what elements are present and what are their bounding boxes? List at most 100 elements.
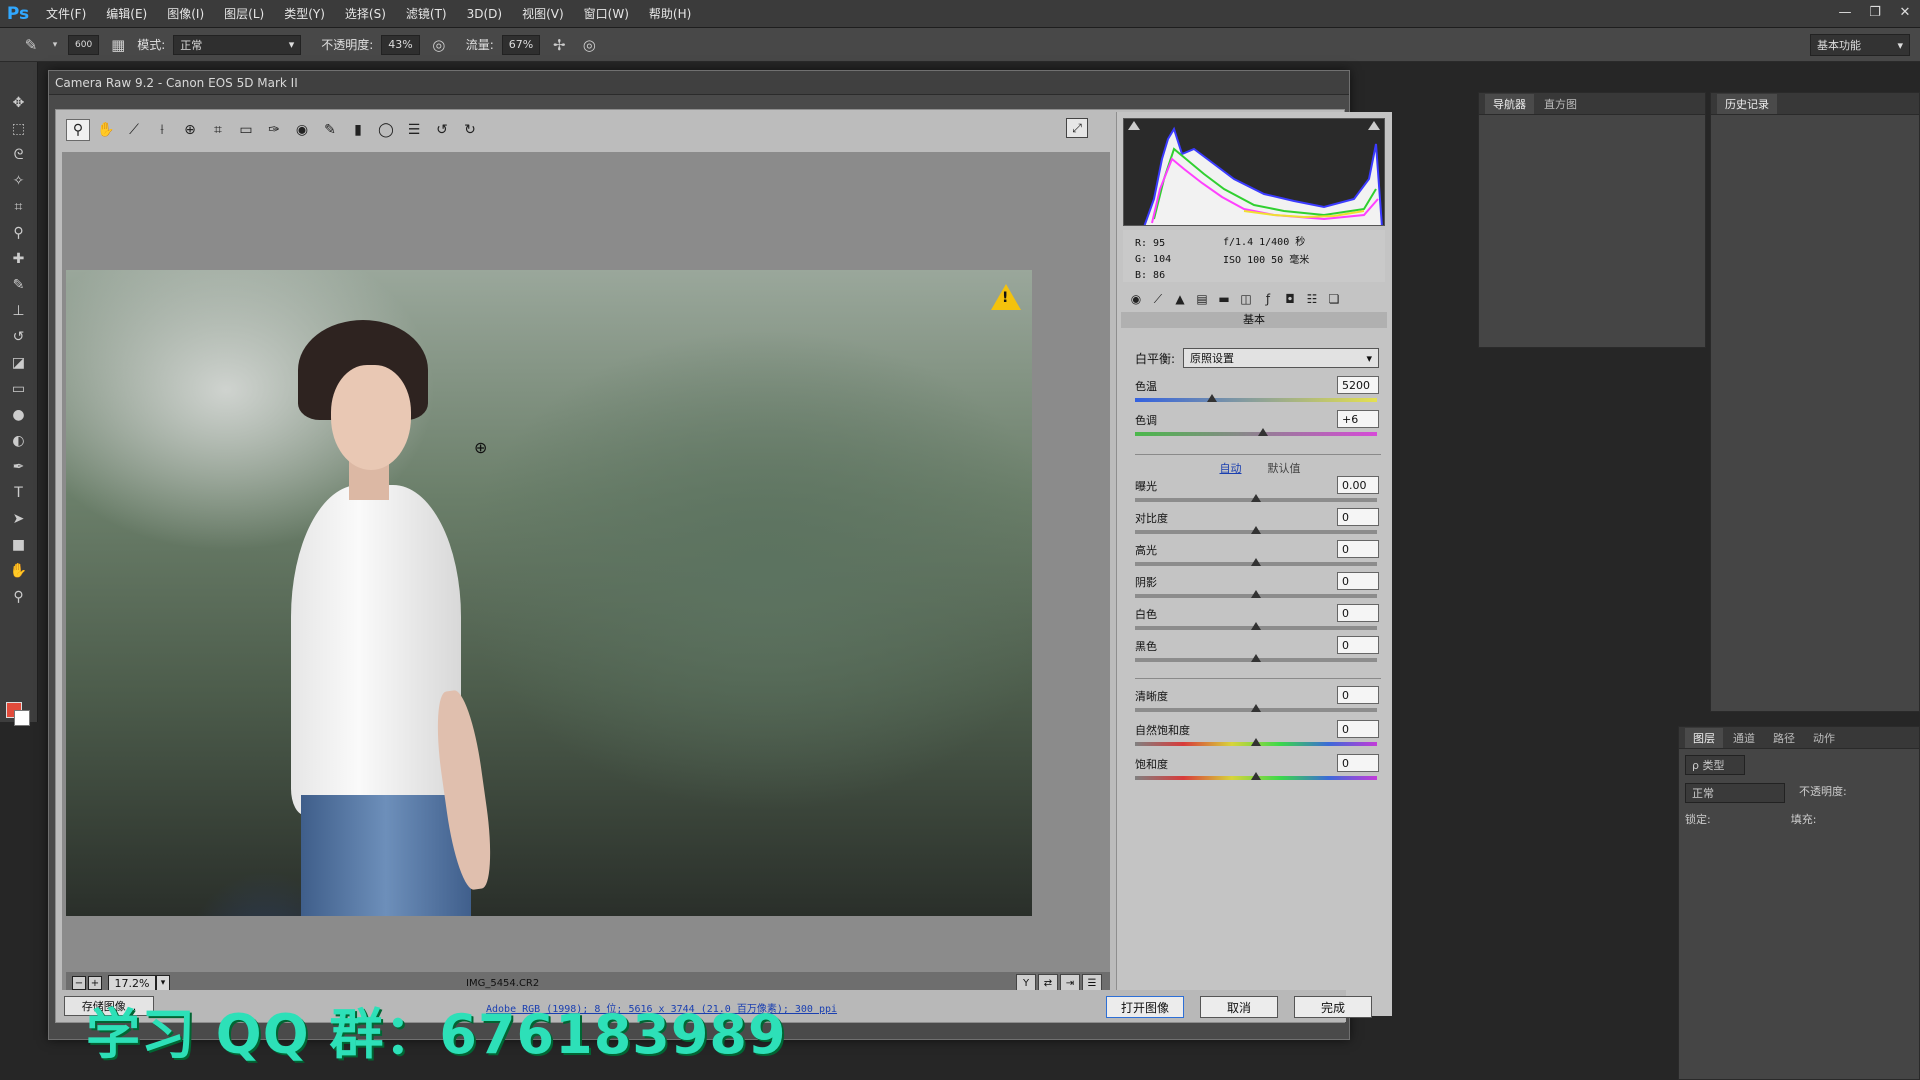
- tint-track[interactable]: [1135, 432, 1377, 436]
- vibrance-thumb[interactable]: [1251, 738, 1261, 746]
- menu-image[interactable]: 图像(I): [157, 0, 214, 28]
- menu-select[interactable]: 选择(S): [335, 0, 396, 28]
- stamp-tool-icon[interactable]: ⊥: [7, 300, 31, 322]
- shape-tool-icon[interactable]: ■: [7, 534, 31, 556]
- open-image-button[interactable]: 打开图像: [1106, 996, 1184, 1018]
- shadows-thumb[interactable]: [1251, 590, 1261, 598]
- zoom-in-icon[interactable]: +: [88, 976, 102, 990]
- white-balance-select[interactable]: 原照设置 ▾: [1183, 348, 1380, 368]
- adjustment-brush-icon[interactable]: ✎: [318, 119, 342, 141]
- tab-history[interactable]: 历史记录: [1717, 93, 1777, 114]
- preferences-icon[interactable]: ☰: [402, 119, 426, 141]
- path-selection-tool-icon[interactable]: ➤: [7, 508, 31, 530]
- rotate-right-icon[interactable]: ↻: [458, 119, 482, 141]
- menu-view[interactable]: 视图(V): [512, 0, 574, 28]
- menu-edit[interactable]: 编辑(E): [96, 0, 157, 28]
- cancel-button[interactable]: 取消: [1200, 996, 1278, 1018]
- photo-canvas[interactable]: ! ⊕: [66, 270, 1032, 916]
- exposure-thumb[interactable]: [1251, 494, 1261, 502]
- whites-thumb[interactable]: [1251, 622, 1261, 630]
- contrast-input[interactable]: 0: [1337, 508, 1379, 526]
- contrast-thumb[interactable]: [1251, 526, 1261, 534]
- brush-tool-icon[interactable]: ✎: [7, 274, 31, 296]
- tab-actions[interactable]: 动作: [1805, 728, 1843, 748]
- crop-tool-icon[interactable]: ⌗: [7, 196, 31, 218]
- red-eye-icon[interactable]: ◉: [290, 119, 314, 141]
- tab-presets-icon[interactable]: ☷: [1303, 290, 1321, 308]
- zoom-tool-icon[interactable]: ⚲: [7, 586, 31, 608]
- image-preview[interactable]: ! ⊕ − + 17.2% ▾ IMG_5454.CR2 Y ⇄ ⇥ ☰: [62, 152, 1110, 996]
- zoom-icon[interactable]: ⚲: [66, 119, 90, 141]
- background-color-swatch[interactable]: [14, 710, 30, 726]
- zoom-level[interactable]: 17.2%: [108, 975, 156, 991]
- brush-size-picker[interactable]: 600: [68, 34, 100, 55]
- highlights-input[interactable]: 0: [1337, 540, 1379, 558]
- opacity-input[interactable]: 43%: [381, 34, 420, 55]
- eyedropper-tool-icon[interactable]: ⚲: [7, 222, 31, 244]
- dodge-tool-icon[interactable]: ◐: [7, 430, 31, 452]
- blacks-thumb[interactable]: [1251, 654, 1261, 662]
- hand-icon[interactable]: ✋: [94, 119, 118, 141]
- magic-wand-tool-icon[interactable]: ✧: [7, 170, 31, 192]
- chevron-down-icon[interactable]: ▾: [50, 34, 60, 56]
- radial-filter-icon[interactable]: ◯: [374, 119, 398, 141]
- healing-brush-tool-icon[interactable]: ✚: [7, 248, 31, 270]
- shadow-clip-icon[interactable]: [1128, 121, 1140, 130]
- tab-histogram[interactable]: 直方图: [1536, 94, 1585, 114]
- highlight-clip-icon[interactable]: [1368, 121, 1380, 130]
- fullscreen-toggle-icon[interactable]: ⤢: [1066, 118, 1088, 138]
- done-button[interactable]: 完成: [1294, 996, 1372, 1018]
- tab-basic-icon[interactable]: ◉: [1127, 290, 1145, 308]
- temperature-thumb[interactable]: [1207, 394, 1218, 402]
- tab-snapshots-icon[interactable]: ❏: [1325, 290, 1343, 308]
- tab-layers[interactable]: 图层: [1685, 727, 1723, 748]
- blacks-input[interactable]: 0: [1337, 636, 1379, 654]
- minimize-button[interactable]: —: [1830, 0, 1860, 24]
- workspace-select[interactable]: 基本功能 ▾: [1810, 34, 1910, 56]
- rotate-left-icon[interactable]: ↺: [430, 119, 454, 141]
- shadows-input[interactable]: 0: [1337, 572, 1379, 590]
- tab-paths[interactable]: 路径: [1765, 728, 1803, 748]
- target-adjust-icon[interactable]: ⊕: [178, 119, 202, 141]
- opacity-pressure-icon[interactable]: ◎: [428, 34, 450, 56]
- airbrush-icon[interactable]: ✢: [548, 34, 570, 56]
- flow-input[interactable]: 67%: [501, 34, 541, 55]
- eraser-tool-icon[interactable]: ◪: [7, 352, 31, 374]
- type-tool-icon[interactable]: T: [7, 482, 31, 504]
- mode-select[interactable]: 正常 ▾: [173, 34, 302, 55]
- tab-effects-icon[interactable]: ƒ: [1259, 290, 1277, 308]
- lasso-tool-icon[interactable]: ᘓ: [7, 144, 31, 166]
- chevron-down-icon[interactable]: ▾: [156, 975, 170, 991]
- exposure-input[interactable]: 0.00: [1337, 476, 1379, 494]
- close-button[interactable]: ✕: [1890, 0, 1920, 24]
- layers-blend-mode[interactable]: 正常: [1685, 783, 1785, 803]
- gradient-tool-icon[interactable]: ▭: [7, 378, 31, 400]
- tab-tone-curve-icon[interactable]: ⟋: [1149, 290, 1167, 308]
- restore-button[interactable]: ❐: [1860, 0, 1890, 24]
- tab-navigator[interactable]: 导航器: [1485, 93, 1534, 114]
- tab-hsl-icon[interactable]: ▤: [1193, 290, 1211, 308]
- tint-thumb[interactable]: [1258, 428, 1269, 436]
- color-sampler-icon[interactable]: ⟊: [150, 119, 174, 141]
- tab-split-toning-icon[interactable]: ▬: [1215, 290, 1233, 308]
- menu-help[interactable]: 帮助(H): [639, 0, 701, 28]
- graduated-filter-icon[interactable]: ▮: [346, 119, 370, 141]
- menu-filter[interactable]: 滤镜(T): [396, 0, 457, 28]
- temperature-input[interactable]: 5200: [1337, 376, 1379, 394]
- menu-file[interactable]: 文件(F): [36, 0, 96, 28]
- saturation-thumb[interactable]: [1251, 772, 1261, 780]
- tab-channels[interactable]: 通道: [1725, 728, 1763, 748]
- temperature-track[interactable]: [1135, 398, 1377, 402]
- zoom-out-icon[interactable]: −: [72, 976, 86, 990]
- blur-tool-icon[interactable]: ●: [7, 404, 31, 426]
- clarity-input[interactable]: 0: [1337, 686, 1379, 704]
- spot-removal-icon[interactable]: ✑: [262, 119, 286, 141]
- crop-icon[interactable]: ⌗: [206, 119, 230, 141]
- clarity-thumb[interactable]: [1251, 704, 1261, 712]
- tab-camera-calibration-icon[interactable]: ◘: [1281, 290, 1299, 308]
- highlights-thumb[interactable]: [1251, 558, 1261, 566]
- marquee-tool-icon[interactable]: ⬚: [7, 118, 31, 140]
- menu-window[interactable]: 窗口(W): [574, 0, 639, 28]
- menu-3d[interactable]: 3D(D): [457, 0, 512, 28]
- tab-detail-icon[interactable]: ▲: [1171, 290, 1189, 308]
